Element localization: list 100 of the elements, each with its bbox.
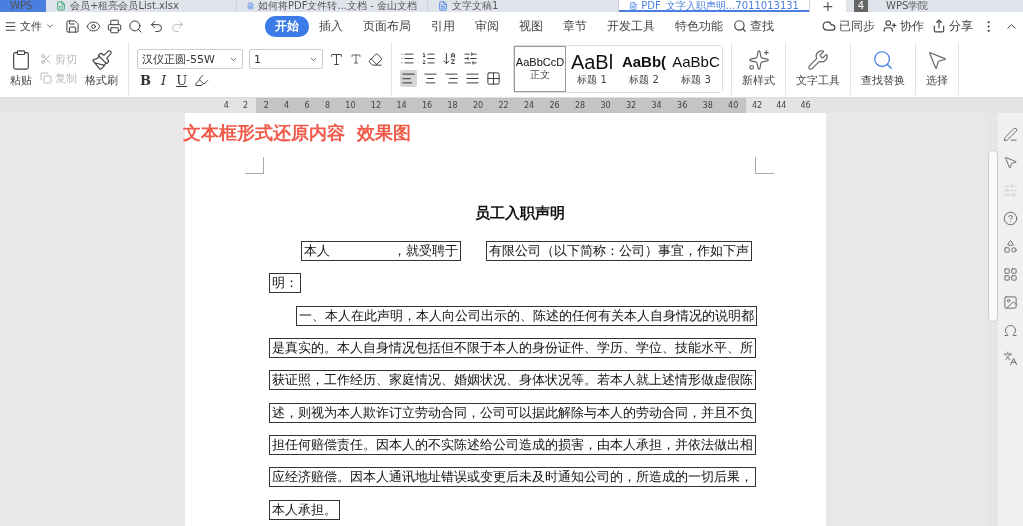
paste-button[interactable]: 粘贴 [8, 49, 34, 88]
ribbon-button[interactable]: 选择 [924, 49, 950, 88]
ribbon-tab[interactable]: 页面布局 [353, 15, 421, 37]
style-preset[interactable]: AaBbCcD 正文 [514, 45, 566, 92]
save-icon[interactable] [65, 18, 80, 34]
ruler-number: 2 [242, 101, 248, 110]
text-box: 应经济赔偿。因本人通讯地址错误或变更后未及时通知公司的，所造成的一切后果， [268, 467, 756, 488]
justify-icon[interactable] [465, 70, 480, 86]
ribbon-tab[interactable]: 特色功能 [665, 15, 733, 37]
ruler-number: 28 [575, 101, 586, 110]
grid-icon[interactable] [1003, 267, 1018, 282]
toolbar-button[interactable]: 已同步 [822, 17, 875, 35]
format-painter-button[interactable]: 格式刷 [83, 49, 120, 88]
scissors-icon [40, 53, 52, 65]
ruler-number: 22 [498, 101, 509, 110]
ribbon-tab[interactable]: 开发工具 [597, 15, 665, 37]
file-menu[interactable]: 文件 [4, 18, 55, 34]
text-box: 获证照，工作经历、家庭情况、婚姻状况、身体状况等。若本人就上述情形做虚假陈 [268, 370, 756, 391]
font-size-field[interactable]: 1 [249, 49, 323, 69]
ruler-number: 30 [600, 101, 611, 110]
ribbon-button[interactable]: 新样式 [740, 49, 777, 88]
image-icon[interactable] [1003, 295, 1018, 310]
ruler-number: 4 [223, 101, 229, 110]
underline-button[interactable]: U [173, 73, 191, 88]
ruler-number: 12 [370, 101, 382, 110]
ruler-number: 4 [284, 101, 290, 110]
sort-icon[interactable] [442, 50, 457, 66]
document-tab[interactable]: 4 [853, 0, 869, 12]
text-box: 担任何赔偿责任。因本人的不实陈述给公司造成的损害，由本人承担，并依法做出相 [268, 435, 756, 456]
share-icon [932, 19, 946, 33]
sliders-icon[interactable] [1003, 183, 1018, 198]
add-user-icon [883, 19, 897, 33]
border-grid-icon[interactable] [486, 70, 501, 86]
align-center-icon[interactable] [423, 70, 438, 86]
text-box: 述，则视为本人欺诈订立劳动合同，公司可以据此解除与本人的劳动合同，并且不负 [268, 402, 756, 423]
ruler-number: 14 [396, 101, 407, 110]
italic-button[interactable]: I [158, 73, 170, 88]
ruler-number: 2 [263, 101, 269, 110]
sliders-icon[interactable] [463, 50, 478, 66]
bullet-list-icon[interactable] [400, 50, 415, 66]
omega-icon[interactable] [1003, 323, 1018, 338]
translate-icon[interactable] [1003, 351, 1018, 366]
search-icon [872, 49, 894, 71]
ruler-number: 6 [304, 101, 310, 110]
grow-font-icon[interactable] [329, 51, 344, 67]
text-box: 本人 ，就受聘于 [300, 241, 462, 262]
toolbar-button[interactable]: 协作 [883, 17, 924, 35]
ruler-number: 46 [800, 101, 811, 110]
ruler-number: 10 [345, 101, 356, 110]
toolbar-button[interactable]: 分享 [932, 17, 973, 35]
cloud-icon [822, 19, 836, 33]
margin-corner-mark [244, 157, 264, 174]
help-icon[interactable] [1003, 211, 1018, 226]
ruler-number: 34 [651, 101, 662, 110]
shrink-font-icon[interactable] [350, 53, 362, 65]
ribbon-tab[interactable]: 引用 [421, 15, 465, 37]
document-tab[interactable]: WPS学院 [876, 0, 939, 12]
ribbon-button[interactable]: 查找替换 [859, 49, 907, 88]
highlighter-icon[interactable] [194, 73, 210, 88]
ruler-number: 24 [523, 101, 535, 110]
document-icon [629, 1, 638, 11]
align-right-icon[interactable] [444, 70, 459, 86]
ruler-number: 36 [677, 101, 688, 110]
bold-button[interactable]: B [137, 73, 154, 88]
style-preset[interactable]: AaBbC 标题 3 [670, 45, 722, 92]
ruler-number: 20 [472, 101, 484, 110]
ribbon-tab[interactable]: 视图 [509, 15, 553, 37]
ribbon-tab[interactable]: 插入 [309, 15, 353, 37]
numbered-list-icon[interactable] [421, 50, 436, 66]
document-icon [247, 1, 254, 11]
ribbon-tab[interactable]: 章节 [553, 15, 597, 37]
pen-icon[interactable] [1003, 127, 1018, 142]
paintbrush-icon [90, 49, 113, 71]
scrollbar-thumb[interactable] [988, 150, 998, 322]
undo-icon[interactable] [149, 18, 164, 34]
eraser-icon[interactable] [368, 51, 383, 67]
font-name-field[interactable]: 汉仪正圆-55W [137, 49, 243, 69]
ruler-number: 40 [728, 101, 739, 110]
ruler-number: 44 [776, 101, 787, 110]
document-tab[interactable]: + [810, 0, 846, 12]
caret-icon [45, 21, 55, 31]
shapes-icon[interactable] [1003, 239, 1018, 254]
document-icon [438, 1, 448, 11]
pointer-icon[interactable] [1003, 155, 1018, 170]
align-left-button[interactable] [400, 69, 417, 87]
clipboard-icon [10, 49, 32, 71]
margin-corner-mark [754, 157, 774, 174]
copy-icon [40, 72, 52, 84]
print-icon[interactable] [107, 18, 122, 34]
document-title: 员工入职声明 [474, 204, 566, 223]
pointer-icon [926, 49, 948, 71]
ribbon-tab[interactable]: 开始 [265, 15, 309, 37]
ruler-number: 38 [702, 101, 713, 110]
ribbon-tab[interactable]: 审阅 [465, 15, 509, 37]
ruler-number: 42 [752, 101, 763, 110]
ruler-number: 8 [324, 101, 330, 110]
ribbon-button[interactable]: 文字工具 [794, 49, 842, 88]
text-box: 是真实的。本人自身情况包括但不限于本人的身份证件、学历、学位、技能水平、所 [268, 338, 756, 359]
spreadsheet-icon [56, 1, 66, 11]
search-button[interactable]: 查找 [733, 17, 774, 35]
